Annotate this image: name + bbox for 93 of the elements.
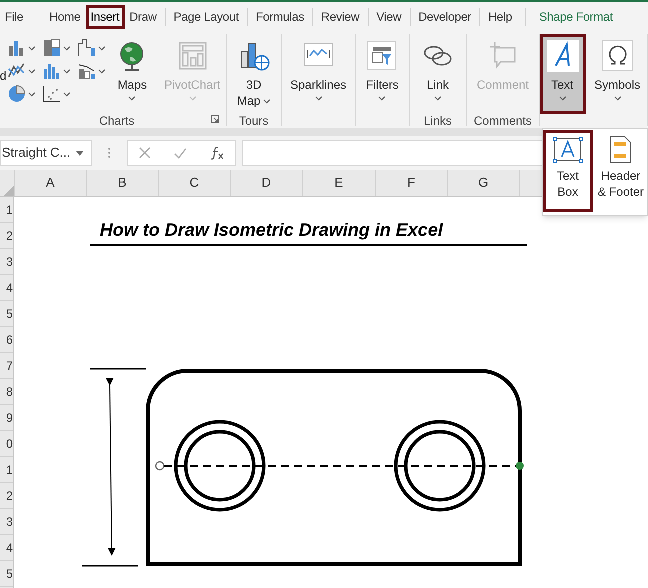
- column-header[interactable]: C: [158, 170, 230, 196]
- outer-circle-shape[interactable]: [174, 420, 266, 512]
- caret-icon: [98, 46, 106, 50]
- row-header[interactable]: 1: [0, 197, 13, 223]
- menu-item[interactable]: Text Box: [543, 130, 593, 212]
- inner-circle-shape[interactable]: [404, 430, 476, 502]
- pie-chart-icon: [7, 84, 28, 104]
- caret-icon: [63, 68, 72, 74]
- row-header[interactable]: 8: [0, 379, 13, 405]
- caret-icon: [558, 96, 566, 101]
- dialog-launcher-icon[interactable]: [211, 115, 220, 124]
- pivot-chart-icon: [176, 40, 208, 72]
- column-header[interactable]: D: [230, 170, 302, 196]
- row-header[interactable]: 5: [0, 301, 13, 327]
- caret-icon: [63, 92, 72, 96]
- caret-icon: [28, 92, 36, 96]
- group-label: Comments: [474, 114, 532, 128]
- caret-icon: [378, 96, 386, 101]
- chart-type-button[interactable]: [41, 84, 72, 104]
- ribbon-tab[interactable]: Help: [483, 5, 518, 29]
- page-icon: [609, 136, 633, 164]
- ribbon-button[interactable]: 3D Map: [230, 34, 278, 114]
- omega-icon: [602, 40, 634, 72]
- ribbon-button[interactable]: Maps: [109, 34, 156, 114]
- ribbon-button[interactable]: Sparklines: [283, 34, 354, 114]
- outer-circle-shape[interactable]: [394, 420, 486, 512]
- check-icon[interactable]: [174, 148, 187, 158]
- text-box-icon: [552, 136, 584, 164]
- dropdown-arrow-icon: [76, 150, 84, 156]
- row-header[interactable]: 7: [0, 353, 13, 379]
- row-header[interactable]: 0: [0, 431, 13, 457]
- row-header[interactable]: 2: [0, 483, 13, 509]
- rounded-rectangle-shape[interactable]: [146, 369, 522, 566]
- sheet-title: How to Draw Isometric Drawing in Excel: [100, 219, 444, 241]
- row-header[interactable]: 2: [0, 223, 13, 249]
- group-label: Links: [424, 114, 452, 128]
- row-header[interactable]: 9: [0, 405, 13, 431]
- caret-icon: [314, 96, 322, 101]
- caret-icon: [63, 46, 72, 50]
- row-header[interactable]: 3: [0, 509, 13, 535]
- dashed-line[interactable]: [164, 465, 516, 467]
- ribbon-tab[interactable]: Draw: [124, 5, 162, 29]
- ribbon-button[interactable]: Symbols: [588, 34, 648, 114]
- caret-icon: [28, 68, 36, 74]
- connector-start-handle[interactable]: [155, 461, 165, 471]
- ribbon-tab[interactable]: View: [372, 5, 407, 29]
- caret-icon: [434, 96, 442, 101]
- group-label: Charts: [99, 114, 135, 128]
- dimension-line[interactable]: [82, 565, 138, 567]
- ribbon-tab[interactable]: Shape Format: [534, 5, 618, 29]
- function-icon[interactable]: [210, 146, 224, 160]
- column-header[interactable]: A: [14, 170, 86, 196]
- ribbon-tab[interactable]: File: [0, 5, 29, 29]
- ribbon-button-label: d: [0, 68, 8, 85]
- column-header[interactable]: F: [375, 170, 447, 196]
- grip-icon: [108, 147, 111, 159]
- ribbon-tab[interactable]: Developer: [414, 5, 476, 29]
- row-header[interactable]: 6: [0, 327, 13, 353]
- ribbon-button[interactable]: Filters: [359, 34, 406, 114]
- dimension-arrow[interactable]: [106, 378, 116, 556]
- row-header[interactable]: 5: [0, 561, 13, 587]
- column-header[interactable]: G: [447, 170, 519, 196]
- chart-type-button[interactable]: [76, 38, 108, 58]
- hierarchy-chart-icon: [42, 38, 62, 58]
- row-header[interactable]: 3: [0, 249, 13, 275]
- row-header[interactable]: 4: [0, 275, 13, 301]
- column-header[interactable]: E: [302, 170, 375, 196]
- ribbon-tab[interactable]: Formulas: [250, 5, 310, 29]
- ribbon-button[interactable]: Text: [540, 34, 586, 114]
- caret-icon: [614, 96, 622, 101]
- column-header[interactable]: B: [86, 170, 158, 196]
- caret-icon: [128, 96, 136, 101]
- inner-circle-shape[interactable]: [184, 430, 256, 502]
- group-label: Tours: [239, 114, 269, 128]
- dimension-line[interactable]: [90, 368, 146, 370]
- row-header[interactable]: 4: [0, 535, 13, 561]
- waterfall-chart-icon: [77, 38, 98, 58]
- row-header[interactable]: 1: [0, 457, 13, 483]
- ribbon-tab[interactable]: Page Layout: [168, 5, 244, 29]
- filter-icon: [366, 40, 398, 72]
- ribbon-button[interactable]: Link: [415, 34, 461, 114]
- caret-icon: [188, 96, 196, 101]
- name-box[interactable]: Straight C...: [0, 140, 92, 166]
- letter-a-icon: [546, 40, 578, 72]
- ribbon-tab[interactable]: Review: [316, 5, 365, 29]
- ribbon-tab[interactable]: Insert: [86, 5, 125, 29]
- caret-icon: [28, 46, 36, 50]
- scatter-chart-icon: [42, 84, 62, 104]
- connector-end-handle[interactable]: [516, 462, 524, 470]
- menu-item[interactable]: Header & Footer: [595, 130, 647, 212]
- ribbon-tab[interactable]: Home: [44, 5, 86, 29]
- caret-icon: [98, 68, 106, 74]
- caret-icon: [262, 99, 271, 104]
